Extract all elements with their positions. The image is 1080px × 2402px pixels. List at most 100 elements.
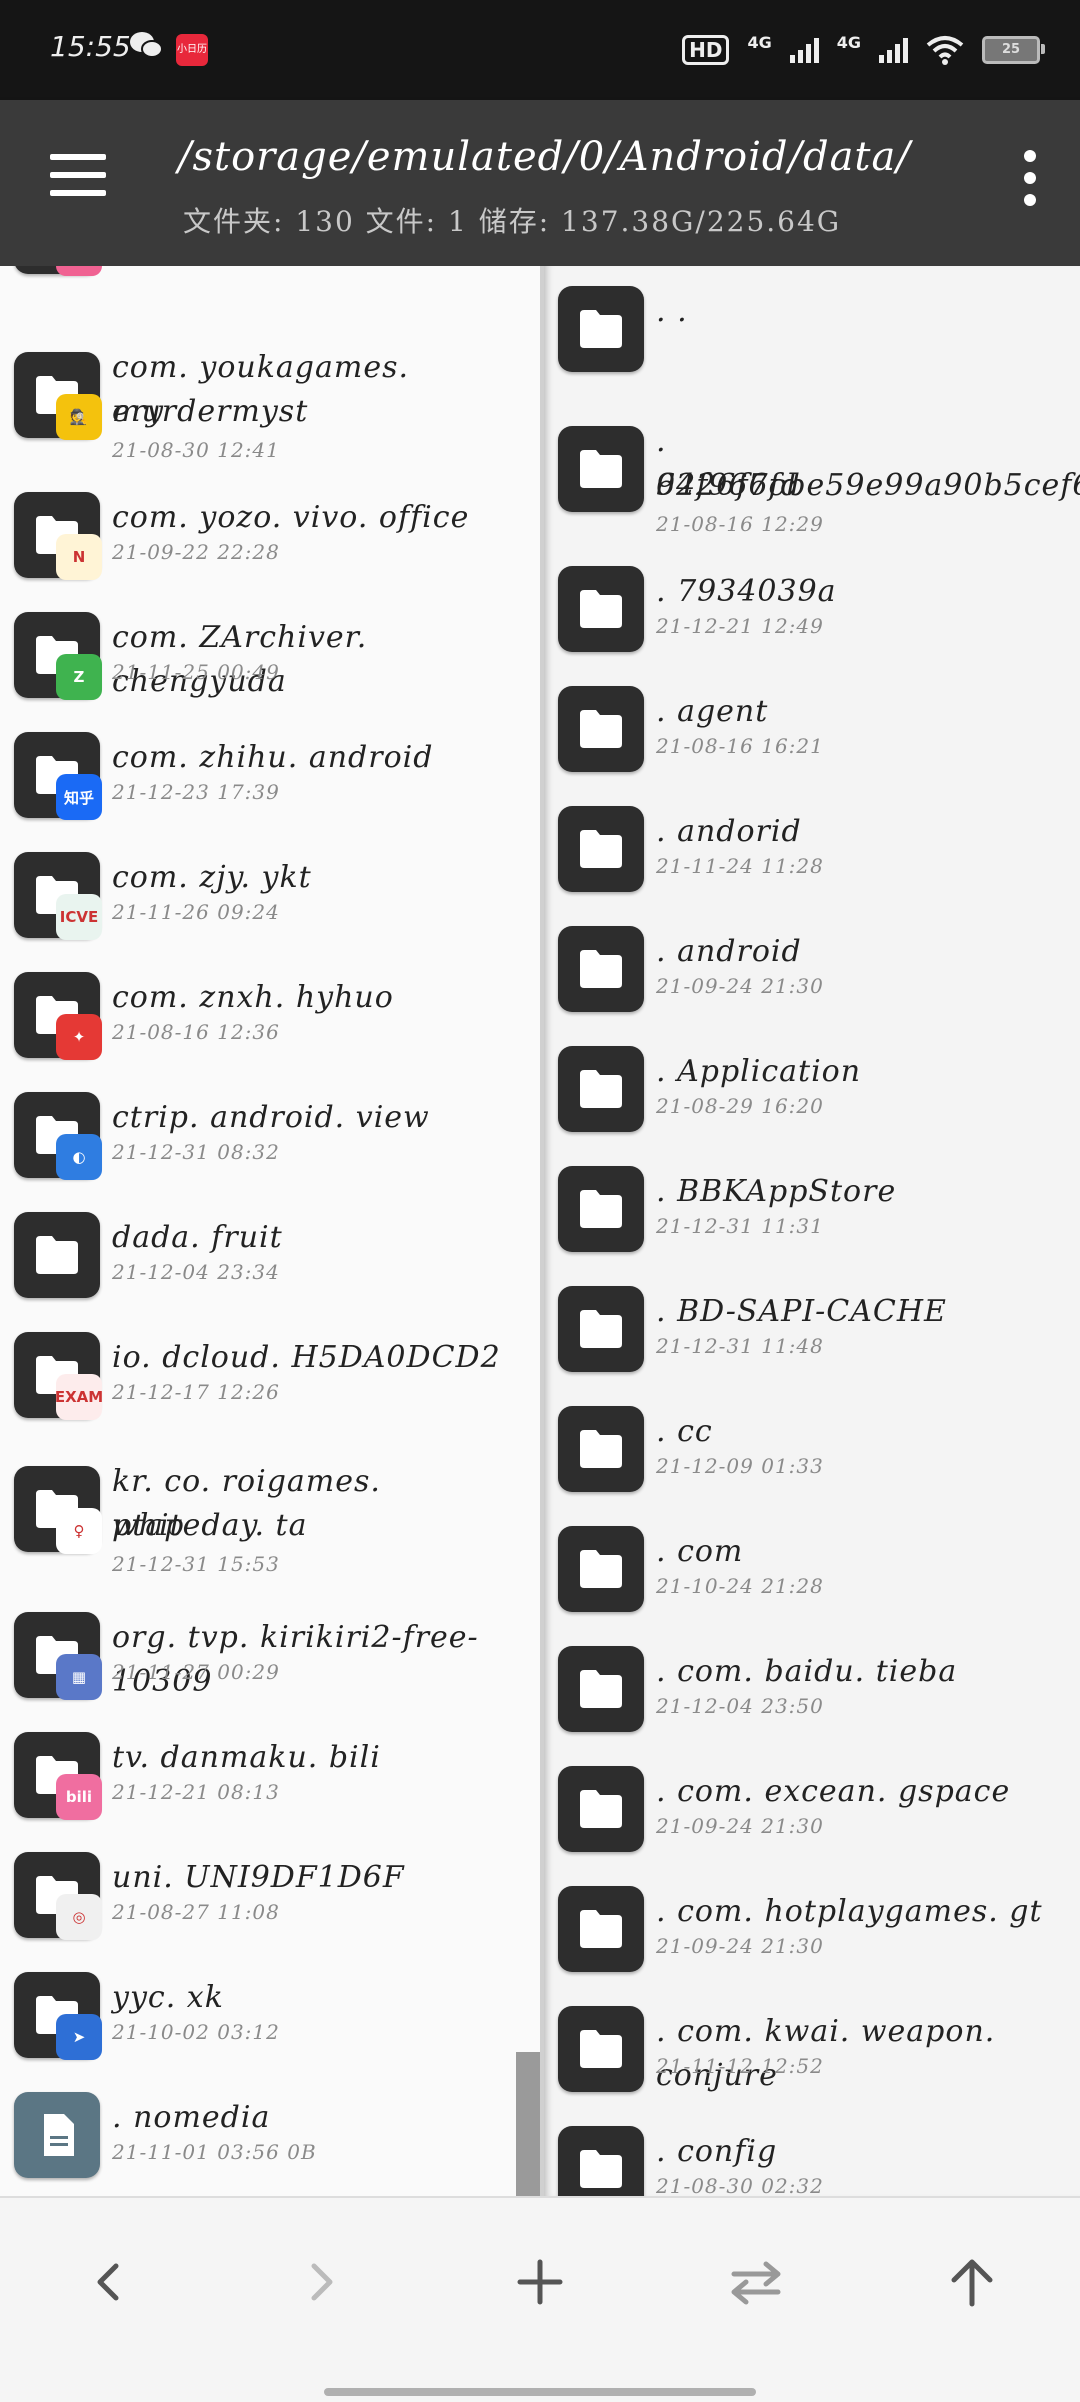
item-name: . cc (656, 1414, 713, 1449)
forward-arrow-icon[interactable] (292, 2252, 352, 2312)
file-list-item[interactable]: ▦ org. tvp. kirikiri2-free-10309 21-11-27 … (0, 1612, 540, 1722)
file-list-item[interactable]: 知乎 com. zhihu. android 21-12-23 17:39 (0, 732, 540, 842)
file-list-item[interactable]: . Application 21-08-29 16:20 (544, 1046, 1080, 1156)
file-list-item[interactable]: . com. baidu. tieba 21-12-04 23:50 (544, 1646, 1080, 1756)
file-list-item[interactable]: 🕵 com. youkagames. murdermyst ery 21-08-30 … (0, 350, 540, 462)
app-badge-icon: ◎ (56, 1894, 102, 1940)
item-date: 21-12-23 17:39 (112, 780, 280, 804)
file-list-item[interactable]: . android 21-09-24 21:30 (544, 926, 1080, 1036)
network-type-1: 4G (747, 32, 772, 52)
item-date: 21-09-24 21:30 (656, 1934, 824, 1958)
file-list-item[interactable]: ICVE com. zjy. ykt 21-11-26 09:24 (0, 852, 540, 962)
item-name: com. youkagames. murdermyst (112, 350, 410, 429)
item-name: yyc. xk (112, 1980, 224, 2015)
item-date: 21-12-04 23:34 (112, 1260, 280, 1284)
item-name: com. zjy. ykt (112, 860, 312, 895)
item-date: 21-12-21 08:13 (112, 1780, 280, 1804)
up-arrow-icon[interactable] (942, 2252, 1002, 2312)
home-indicator[interactable] (324, 2388, 756, 2396)
item-date: 21-11-12 12:52 (656, 2054, 824, 2078)
item-name: . Application (656, 1054, 862, 1089)
folder-icon (558, 2126, 644, 2196)
file-list-item[interactable]: ◎ uni. UNI9DF1D6F 21-08-27 11:08 (0, 1852, 540, 1962)
folder-icon (14, 1212, 100, 1298)
file-list-item[interactable]: . BD-SAPI-CACHE 21-12-31 11:48 (544, 1286, 1080, 1396)
file-list-item[interactable]: . agent 21-08-16 16:21 (544, 686, 1080, 796)
item-date: 21-10-02 03:12 (112, 2020, 280, 2044)
folder-icon (558, 806, 644, 892)
item-date: 21-08-30 12:41 (112, 438, 280, 462)
file-list-item[interactable]: . com 21-10-24 21:28 (544, 1526, 1080, 1636)
item-date: 21-08-29 16:20 (656, 1094, 824, 1118)
item-date: 21-12-31 11:48 (656, 1334, 824, 1358)
folder-icon (558, 286, 644, 372)
item-name: . android (656, 934, 802, 969)
item-name: io. dcloud. H5DA0DCD2 (112, 1340, 501, 1375)
battery-icon: 25 (982, 36, 1045, 64)
item-name: com. znxh. hyhuo (112, 980, 394, 1015)
folder-icon (558, 1646, 644, 1732)
file-list-item[interactable]: ➤ yyc. xk 21-10-02 03:12 (0, 1972, 540, 2082)
item-name-cont: ery (112, 394, 165, 429)
swap-icon[interactable] (726, 2252, 786, 2312)
file-list-item[interactable]: ✿21-11-20 10:36 (0, 266, 540, 298)
item-name: . com. hotplaygames. gt (656, 1894, 1043, 1929)
folder-icon (558, 1886, 644, 1972)
item-name: . agent (656, 694, 769, 729)
app-badge-icon: 🕵 (56, 394, 102, 440)
current-path[interactable]: /storage/emulated/0/Android/data/ (178, 134, 911, 180)
right-file-pane[interactable]: . . . 6226f7cbe59e99a90b5cef6f 94f966fd 21-… (544, 266, 1080, 2196)
app-badge-icon: 知乎 (56, 774, 102, 820)
app-badge-icon: ◐ (56, 1134, 102, 1180)
item-name: . com. excean. gspace (656, 1774, 1011, 1809)
folder-icon (558, 1526, 644, 1612)
file-list-item[interactable]: . nomedia 21-11-01 03:56 0B (0, 2092, 540, 2196)
file-list-item[interactable]: . com. excean. gspace 21-09-24 21:30 (544, 1766, 1080, 1876)
folder-icon (558, 566, 644, 652)
file-list-item[interactable]: . BBKAppStore 21-12-31 11:31 (544, 1166, 1080, 1276)
folder-icon (558, 686, 644, 772)
item-name: . com. baidu. tieba (656, 1654, 958, 1689)
folder-icon (558, 926, 644, 1012)
file-list-item[interactable]: . 6226f7cbe59e99a90b5cef6f 94f966fd 21-08-… (544, 424, 1080, 536)
file-list-item[interactable]: ♀ kr. co. roigames. whiteday. ta ptap 21-12… (0, 1464, 540, 1576)
file-icon (14, 2092, 100, 2178)
file-list-item[interactable]: . com. kwai. weapon. conjure 21-11-12 12:… (544, 2006, 1080, 2116)
file-list-item[interactable]: Ncom. yozo. vivo. office 21-09-22 22:28 (0, 492, 540, 602)
item-name: . 7934039a (656, 574, 837, 609)
file-list-item[interactable]: Zcom. ZArchiver. chengyuda 21-11-25 00:49 (0, 612, 540, 722)
file-list-item[interactable]: ✦ com. znxh. hyhuo 21-08-16 12:36 (0, 972, 540, 1082)
file-list-item[interactable]: . cc 21-12-09 01:33 (544, 1406, 1080, 1516)
back-arrow-icon[interactable] (78, 2252, 138, 2312)
item-date: 21-12-31 11:31 (656, 1214, 824, 1238)
file-list-item[interactable]: . com. hotplaygames. gt 21-09-24 21:30 (544, 1886, 1080, 1996)
more-options-icon[interactable] (1020, 150, 1040, 210)
item-date: 21-08-16 12:36 (112, 1020, 280, 1044)
item-date: 21-08-16 16:21 (656, 734, 824, 758)
signal-icon (789, 37, 819, 63)
app-badge-icon: ➤ (56, 2014, 102, 2060)
left-file-pane[interactable]: ✿21-11-20 10:36 🕵com. youkagames. murderm… (0, 266, 540, 2196)
item-date: 21-12-31 15:53 (112, 1552, 280, 1576)
file-list-item[interactable]: EXAM io. dcloud. H5DA0DCD2 21-12-17 12:26 (0, 1332, 540, 1442)
file-list-item[interactable]: . andorid 21-11-24 11:28 (544, 806, 1080, 916)
item-name: . com (656, 1534, 744, 1569)
item-date: 21-12-17 12:26 (112, 1380, 280, 1404)
file-list-item[interactable]: bili tv. danmaku. bili 21-12-21 08:13 (0, 1732, 540, 1842)
file-list-item[interactable]: . . (544, 286, 1080, 396)
file-list-item[interactable]: dada. fruit 21-12-04 23:34 (0, 1212, 540, 1322)
app-badge-icon: N (56, 534, 102, 580)
wifi-icon (926, 36, 964, 65)
app-badge-icon: bili (56, 1774, 102, 1820)
file-list-item[interactable]: ◐ ctrip. android. view 21-12-31 08:32 (0, 1092, 540, 1202)
item-date: 21-09-24 21:30 (656, 1814, 824, 1838)
menu-icon[interactable] (50, 154, 110, 202)
file-list-item[interactable]: . 7934039a 21-12-21 12:49 (544, 566, 1080, 676)
folder-icon (558, 2006, 644, 2092)
bottom-toolbar (0, 2196, 1080, 2402)
scrollbar-thumb[interactable] (516, 2052, 540, 2196)
plus-icon[interactable] (510, 2252, 570, 2312)
file-list-item[interactable]: . config 21-08-30 02:32 (544, 2126, 1080, 2196)
item-date: 21-11-27 00:29 (112, 1660, 280, 1684)
item-name: ctrip. android. view (112, 1100, 430, 1135)
